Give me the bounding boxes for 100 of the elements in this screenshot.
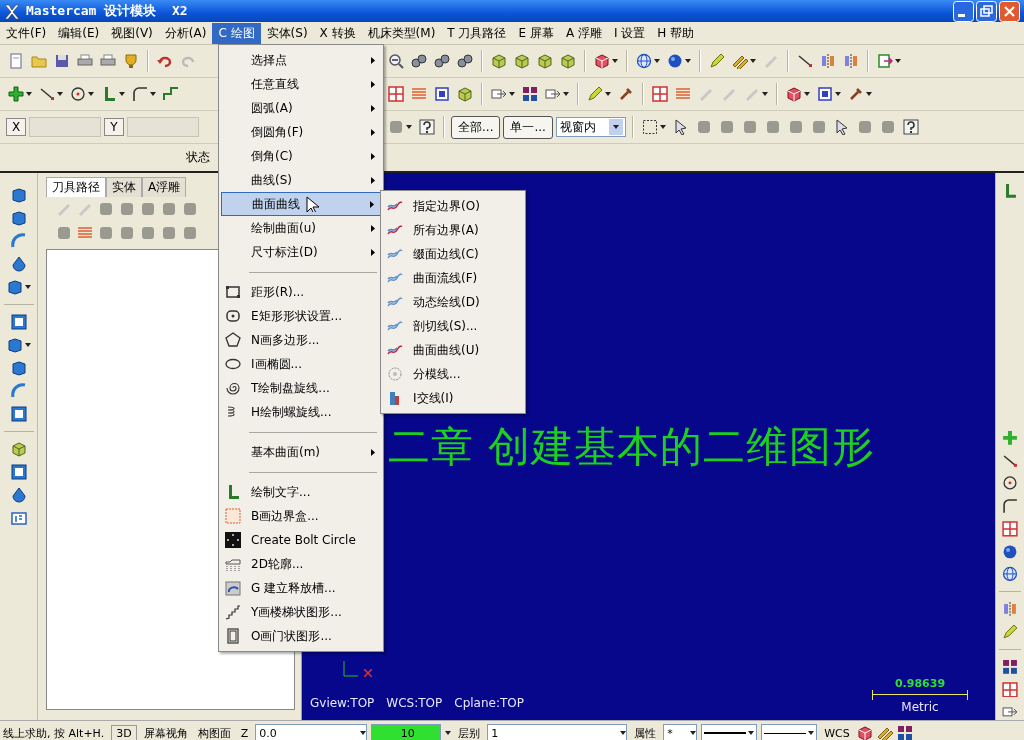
menu-item[interactable]: 曲面曲线(U) xyxy=(383,338,523,362)
minimize-icon[interactable] xyxy=(953,0,974,22)
menu-item[interactable]: Y画楼梯状图形... xyxy=(221,600,381,624)
mirror-icon[interactable] xyxy=(820,53,836,69)
box-icon[interactable] xyxy=(10,360,27,376)
caret-icon[interactable] xyxy=(26,92,32,96)
menu-item[interactable]: I交线(I) xyxy=(383,386,523,410)
blocks-icon[interactable] xyxy=(1002,658,1018,675)
wcs-button[interactable]: WCS xyxy=(821,725,853,740)
menu-item[interactable]: 任意直线 xyxy=(221,72,381,96)
menu-item[interactable]: G 建立释放槽... xyxy=(221,576,381,600)
caret-icon[interactable] xyxy=(150,92,156,96)
window-icon[interactable] xyxy=(10,314,27,330)
x-button[interactable]: X xyxy=(6,118,27,136)
caret-icon[interactable] xyxy=(654,59,660,63)
menu-item[interactable]: 绘制曲面(u) xyxy=(221,216,381,240)
caret-icon[interactable] xyxy=(750,59,756,63)
plus-icon[interactable] xyxy=(8,86,24,102)
menu-item[interactable]: 圆弧(A) xyxy=(221,96,381,120)
panel-tab[interactable]: 刀具路径 xyxy=(46,177,106,197)
menu-item[interactable]: 指定边界(O) xyxy=(383,194,523,218)
menu-item[interactable]: 倒圆角(F) xyxy=(221,120,381,144)
y-field[interactable] xyxy=(126,117,199,137)
blocks-icon[interactable] xyxy=(522,86,538,102)
menu-item[interactable]: E矩形形状设置... xyxy=(221,304,381,328)
z-field[interactable]: 0.0 xyxy=(255,724,368,740)
close-icon[interactable] xyxy=(999,0,1020,22)
caret-icon[interactable] xyxy=(804,92,810,96)
caret-icon[interactable] xyxy=(866,92,872,96)
box-icon[interactable] xyxy=(6,279,23,295)
box-icon[interactable] xyxy=(6,337,23,353)
panel-tab[interactable]: 实体 xyxy=(106,177,142,197)
help-icon[interactable] xyxy=(902,119,919,135)
menu-item[interactable]: 文件(F) xyxy=(0,22,53,44)
drop-icon[interactable] xyxy=(10,256,27,272)
grid-icon[interactable] xyxy=(1002,520,1018,537)
menu-item[interactable]: 曲面流线(F) xyxy=(383,266,523,290)
color-field[interactable]: 10 xyxy=(371,724,442,740)
line-icon[interactable] xyxy=(797,53,813,69)
caret-icon[interactable] xyxy=(563,92,569,96)
caret-icon[interactable] xyxy=(24,343,31,347)
level-field[interactable]: 1 xyxy=(487,724,628,740)
point-style-select[interactable]: * xyxy=(663,724,698,740)
cube-icon[interactable] xyxy=(856,725,873,740)
caret-icon[interactable] xyxy=(895,59,901,63)
menu-item[interactable]: I画椭圆... xyxy=(221,352,381,376)
3d-button[interactable]: 3D xyxy=(111,724,137,740)
binoculars-icon[interactable] xyxy=(434,53,450,69)
selection-icon[interactable] xyxy=(641,119,658,135)
fillet-icon[interactable] xyxy=(1002,498,1018,514)
grid-icon[interactable] xyxy=(652,86,668,102)
circle-icon[interactable] xyxy=(1002,475,1018,492)
step-icon[interactable] xyxy=(163,86,179,102)
caret-icon[interactable] xyxy=(748,731,755,735)
caret-icon[interactable] xyxy=(360,731,367,735)
wrench-icon[interactable] xyxy=(618,86,634,102)
cube-icon[interactable] xyxy=(491,53,507,69)
menu-item[interactable]: 距形(R)... xyxy=(221,280,381,304)
menu-item[interactable]: 分析(A) xyxy=(158,22,213,44)
drop-icon[interactable] xyxy=(10,487,27,503)
caret-icon[interactable] xyxy=(57,92,63,96)
menu-item[interactable]: 基本曲面(m) xyxy=(221,440,381,464)
caret-icon[interactable] xyxy=(24,285,31,289)
menu-item[interactable]: X 转换 xyxy=(313,22,362,44)
pointer-icon[interactable] xyxy=(672,119,689,135)
cube-icon[interactable] xyxy=(786,86,802,102)
menu-item[interactable]: T 刀具路径 xyxy=(441,22,513,44)
menu-item[interactable]: I 设置 xyxy=(607,22,652,44)
attributes-button[interactable]: 属性 xyxy=(631,724,660,740)
cube-icon[interactable] xyxy=(457,86,473,102)
cube-icon[interactable] xyxy=(594,53,610,69)
frame-icon[interactable] xyxy=(817,86,833,102)
caret-icon[interactable] xyxy=(612,125,619,129)
sphere-icon[interactable] xyxy=(1002,543,1018,560)
wrench-icon[interactable] xyxy=(848,86,864,102)
arc-icon[interactable] xyxy=(10,233,27,249)
cube-icon[interactable] xyxy=(514,53,530,69)
panel-tab[interactable]: A浮雕 xyxy=(142,177,187,197)
menu-item[interactable]: 倒角(C) xyxy=(221,144,381,168)
caret-icon[interactable] xyxy=(406,125,412,129)
pencils-icon[interactable] xyxy=(732,53,748,69)
mirror-icon[interactable] xyxy=(843,53,859,69)
menu-item[interactable]: 机床类型(M) xyxy=(361,22,442,44)
line-icon[interactable] xyxy=(1002,452,1018,469)
caret-icon[interactable] xyxy=(762,92,768,96)
menu-item[interactable]: 分模线... xyxy=(383,362,523,386)
caret-icon[interactable] xyxy=(685,59,691,63)
menu-item[interactable]: T绘制盘旋线... xyxy=(221,376,381,400)
binoculars-icon[interactable] xyxy=(411,53,427,69)
caret-icon[interactable] xyxy=(620,731,627,735)
caret-icon[interactable] xyxy=(605,92,611,96)
menu-item[interactable]: 绘制文字... xyxy=(221,480,381,504)
magnifier-icon[interactable] xyxy=(388,53,404,69)
grid-icon[interactable] xyxy=(388,86,404,102)
menu-item[interactable]: 曲面曲线 xyxy=(221,192,381,216)
arc-icon[interactable] xyxy=(10,383,27,399)
menu-item[interactable]: B画边界盒... xyxy=(221,504,381,528)
cube-icon[interactable] xyxy=(537,53,553,69)
menu-item[interactable]: 缀面边线(C) xyxy=(383,242,523,266)
grid-icon[interactable] xyxy=(1002,681,1018,698)
